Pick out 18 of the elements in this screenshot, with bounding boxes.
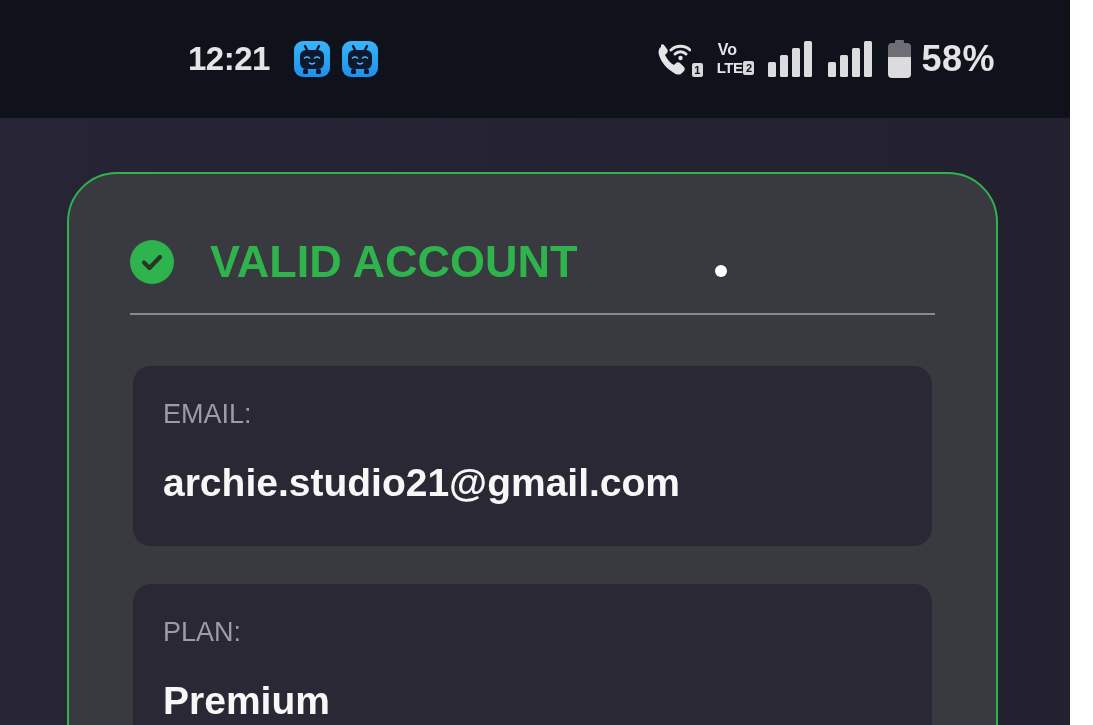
volte-label: Vo — [717, 42, 738, 58]
touch-dot-icon — [715, 265, 727, 277]
field-label: EMAIL: — [163, 398, 253, 430]
signal-icon — [828, 41, 874, 77]
robot-app-icon — [293, 41, 330, 77]
battery-icon — [888, 40, 912, 78]
field-value: Premium — [163, 679, 331, 723]
robot-app-icon — [341, 41, 378, 77]
field-value: archie.studio21@gmail.com — [163, 461, 682, 505]
sim-slot-label: 1 — [691, 63, 703, 77]
status-title: VALID ACCOUNT — [210, 236, 578, 288]
signal-icon — [768, 41, 814, 77]
battery-percent: 58% — [921, 39, 995, 79]
lte-label: LTE — [716, 60, 743, 76]
sim-slot-label: 2 — [743, 61, 755, 75]
clock-time: 12:21 — [188, 39, 270, 79]
wifi-calling-icon — [656, 41, 691, 77]
field-label: PLAN: — [163, 616, 243, 648]
